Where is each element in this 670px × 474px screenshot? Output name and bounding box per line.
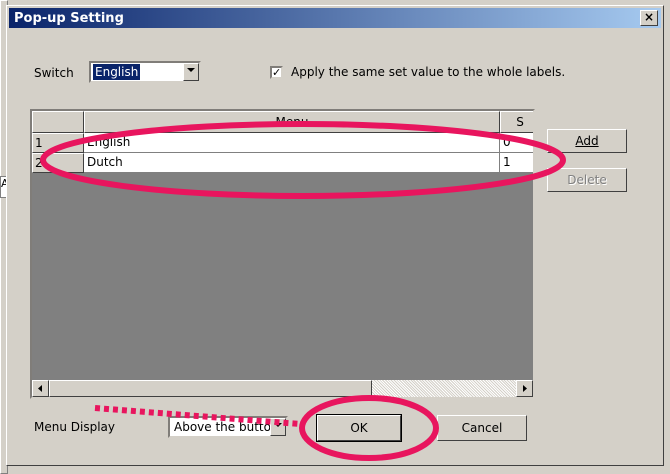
add-button[interactable]: Add	[547, 129, 627, 153]
horizontal-scrollbar[interactable]	[32, 380, 533, 397]
cancel-button[interactable]: Cancel	[437, 415, 527, 441]
dialog-title: Pop-up Setting	[14, 11, 124, 26]
menu-grid[interactable]: Menu S 1 English 0 2 Dutch 1	[30, 109, 535, 399]
close-button[interactable]: ×	[640, 10, 658, 26]
cell-menu[interactable]: Dutch	[84, 153, 500, 173]
row-number[interactable]: 1	[32, 133, 84, 153]
chevron-down-icon[interactable]	[270, 418, 286, 436]
switch-combo-value: English	[93, 64, 141, 80]
arrow-left-icon	[38, 385, 42, 392]
grid-header-s[interactable]: S	[500, 111, 533, 133]
grid-corner-header	[32, 111, 84, 133]
table-row[interactable]: 2 Dutch 1	[32, 153, 533, 173]
menu-display-label: Menu Display	[34, 420, 115, 434]
switch-label: Switch	[34, 66, 74, 80]
switch-combo[interactable]: English	[89, 61, 201, 83]
cell-menu[interactable]: English	[84, 133, 500, 153]
menu-display-value: Above the button	[174, 420, 272, 434]
apply-all-checkbox[interactable]: ✓	[270, 66, 283, 79]
popup-setting-dialog: Pop-up Setting × Switch English ✓ Apply …	[6, 5, 664, 466]
apply-all-label[interactable]: Apply the same set value to the whole la…	[291, 65, 565, 79]
scroll-thumb[interactable]	[49, 380, 372, 397]
cell-s[interactable]: 1	[500, 153, 533, 173]
chevron-down-icon[interactable]	[183, 63, 199, 81]
delete-button-label: Delete	[567, 173, 607, 187]
delete-button[interactable]: Delete	[547, 168, 627, 192]
cell-s[interactable]: 0	[500, 133, 533, 153]
arrow-right-icon	[523, 385, 527, 392]
cancel-button-label: Cancel	[461, 421, 503, 435]
menu-display-combo[interactable]: Above the button	[168, 416, 288, 438]
ok-button-label: OK	[350, 421, 368, 435]
scroll-right-button[interactable]	[516, 380, 533, 397]
grid-header-menu[interactable]: Menu	[84, 111, 500, 133]
close-icon: ×	[643, 10, 655, 24]
row-number[interactable]: 2	[32, 153, 84, 173]
table-row[interactable]: 1 English 0	[32, 133, 533, 153]
scroll-track[interactable]	[372, 380, 516, 397]
ok-button[interactable]: OK	[316, 414, 402, 442]
title-bar[interactable]: Pop-up Setting ×	[9, 8, 661, 28]
add-button-label: Add	[575, 134, 599, 148]
checkmark-icon: ✓	[272, 66, 282, 79]
scroll-left-button[interactable]	[32, 380, 49, 397]
